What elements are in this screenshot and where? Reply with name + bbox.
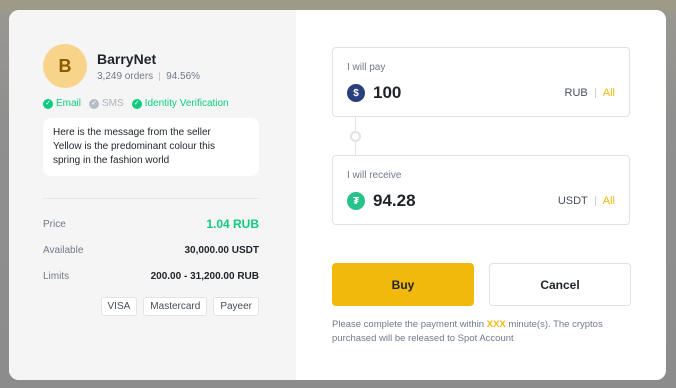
limits-row: Limits 200.00 - 31,200.00 RUB bbox=[43, 263, 259, 289]
field-divider bbox=[594, 196, 596, 206]
available-row: Available 30,000.00 USDT bbox=[43, 237, 259, 263]
pay-field-row: $ 100 RUB All bbox=[347, 83, 615, 103]
receive-field-row: ₮ 94.28 USDT All bbox=[347, 191, 615, 211]
payment-time-limit: XXX bbox=[486, 319, 506, 330]
receive-currency: USDT bbox=[557, 195, 588, 207]
verification-label: SMS bbox=[102, 98, 124, 109]
payment-note-text: Please complete the payment within bbox=[332, 319, 487, 330]
seller-name[interactable]: BarryNet bbox=[97, 51, 200, 67]
verification-badges: ✓ Email ✓ SMS ✓ Identity Verification bbox=[43, 98, 269, 109]
pay-field-label: I will pay bbox=[347, 62, 386, 73]
payment-note: Please complete the payment within XXX m… bbox=[332, 318, 632, 346]
dollar-coin-icon: $ bbox=[347, 84, 365, 102]
field-connector-dot bbox=[350, 131, 361, 142]
seller-header: B BarryNet 3,249 orders 94.56% bbox=[43, 44, 269, 88]
price-row: Price 1.04 RUB bbox=[43, 211, 259, 237]
limits-label: Limits bbox=[43, 270, 70, 282]
seller-message-line: Here is the message from the seller bbox=[53, 127, 211, 138]
seller-message: Here is the message from the seller Yell… bbox=[43, 118, 259, 176]
price-value: 1.04 RUB bbox=[206, 217, 259, 231]
order-form-panel: I will pay $ 100 RUB All I will receive … bbox=[296, 10, 666, 380]
payment-method-payeer: Payeer bbox=[213, 297, 259, 316]
pay-amount-input[interactable]: 100 bbox=[373, 83, 565, 103]
seller-message-line: Yellow is the predominant colour this bbox=[53, 141, 215, 152]
seller-completion-rate: 94.56% bbox=[166, 70, 201, 82]
field-divider bbox=[594, 88, 596, 98]
available-label: Available bbox=[43, 244, 84, 256]
verification-email: ✓ Email bbox=[43, 98, 81, 109]
seller-orders: 3,249 orders bbox=[97, 70, 154, 82]
receive-amount-input[interactable]: 94.28 bbox=[373, 191, 558, 211]
avatar: B bbox=[43, 44, 87, 88]
receive-amount-field[interactable]: I will receive ₮ 94.28 USDT All bbox=[332, 155, 630, 225]
divider bbox=[43, 198, 259, 199]
tether-coin-icon: ₮ bbox=[347, 192, 365, 210]
verification-label: Email bbox=[56, 98, 82, 109]
buy-order-modal: B BarryNet 3,249 orders 94.56% ✓ Email ✓… bbox=[9, 10, 666, 380]
seller-stats: 3,249 orders 94.56% bbox=[97, 71, 200, 82]
buy-button[interactable]: Buy bbox=[332, 263, 474, 306]
receive-all-button[interactable]: All bbox=[603, 195, 615, 207]
receive-field-label: I will receive bbox=[347, 170, 402, 181]
check-circle-icon: ✓ bbox=[89, 98, 100, 109]
verification-identity: ✓ Identity Verification bbox=[131, 98, 229, 109]
limits-value: 200.00 - 31,200.00 RUB bbox=[150, 270, 259, 282]
check-circle-icon: ✓ bbox=[131, 98, 142, 109]
cancel-button[interactable]: Cancel bbox=[489, 263, 631, 306]
pay-currency: RUB bbox=[564, 87, 588, 99]
check-circle-icon: ✓ bbox=[43, 98, 53, 109]
seller-message-line: spring in the fashion world bbox=[53, 155, 170, 166]
order-details: Price 1.04 RUB Available 30,000.00 USDT … bbox=[43, 211, 259, 289]
verification-label: Identity Verification bbox=[144, 98, 229, 109]
payment-method-visa: VISA bbox=[100, 297, 138, 316]
price-label: Price bbox=[43, 218, 66, 230]
payment-method-mastercard: Mastercard bbox=[143, 297, 208, 316]
seller-panel: B BarryNet 3,249 orders 94.56% ✓ Email ✓… bbox=[9, 10, 296, 380]
verification-sms: ✓ SMS bbox=[89, 98, 124, 109]
pay-all-button[interactable]: All bbox=[603, 87, 615, 99]
stats-divider bbox=[159, 71, 161, 81]
pay-amount-field[interactable]: I will pay $ 100 RUB All bbox=[332, 47, 630, 117]
seller-info: BarryNet 3,249 orders 94.56% bbox=[97, 51, 200, 82]
available-value: 30,000.00 USDT bbox=[184, 244, 260, 256]
payment-methods: VISA Mastercard Payeer bbox=[43, 297, 259, 316]
